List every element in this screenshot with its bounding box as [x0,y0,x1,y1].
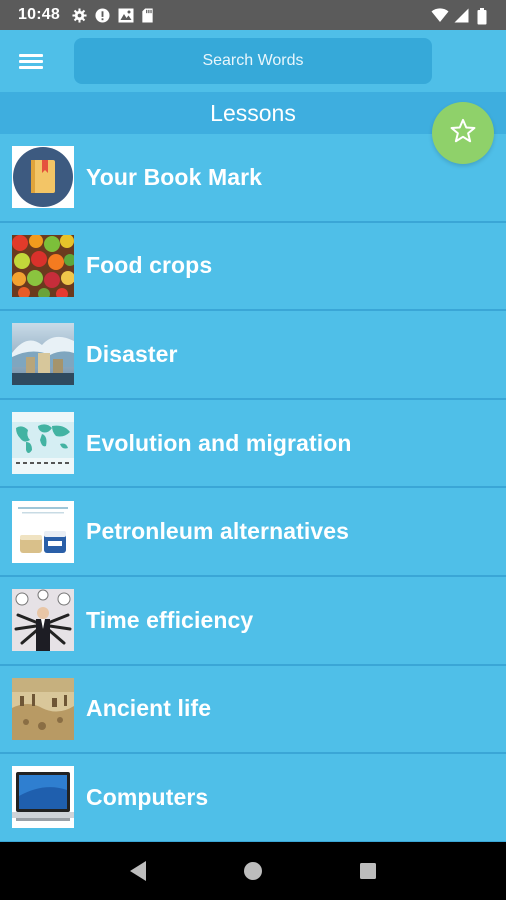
search-placeholder: Search Words [202,52,304,69]
laptop-thumbnail [12,766,74,829]
search-input[interactable]: Search Words [74,38,432,84]
app-bar: Search Words [0,30,506,92]
status-bar: 10:48 [0,0,506,30]
fruits-vegetables-thumbnail [12,234,74,297]
lesson-label: Evolution and migration [86,429,352,456]
battery-icon [477,7,492,24]
lesson-label: Petronleum alternatives [86,518,350,545]
image-icon [118,8,134,23]
favorites-fab-button[interactable] [432,102,494,164]
tsunami-city-thumbnail [12,323,74,386]
lesson-label: Time efficiency [86,606,254,633]
star-outline-icon [449,117,477,150]
alert-icon [95,7,110,23]
hamburger-menu-icon[interactable] [0,30,62,92]
sd-card-icon [141,7,156,23]
lesson-item-disaster[interactable]: Disaster [0,311,506,400]
home-icon[interactable] [233,851,273,891]
lesson-item-evolution-migration[interactable]: Evolution and migration [0,399,506,489]
wifi-icon [431,7,449,23]
lesson-label: Computers [86,783,209,810]
lesson-label: Your Book Mark [86,163,263,190]
petroleum-jelly-jars-thumbnail [12,500,74,563]
back-icon[interactable] [118,851,158,891]
lesson-label: Disaster [86,340,178,367]
lesson-item-time-efficiency[interactable]: Time efficiency [0,576,506,666]
status-time: 10:48 [18,6,60,23]
section-title: Lessons [0,92,506,134]
lesson-label: Ancient life [86,695,212,722]
businessman-clocks-thumbnail [12,589,74,652]
ancient-painting-thumbnail [12,677,74,740]
signal-icon [454,8,469,23]
bookmark-book-thumbnail [12,146,74,209]
lesson-item-food-crops[interactable]: Food crops [0,222,506,312]
lessons-title: Lessons [210,99,296,126]
lesson-item-petroleum-alternatives[interactable]: Petronleum alternatives [0,488,506,577]
lesson-item-ancient-life[interactable]: Ancient life [0,665,506,755]
recents-icon[interactable] [348,851,388,891]
lesson-label: Food crops [86,252,213,279]
lesson-item-computers[interactable]: Computers [0,754,506,843]
lessons-list: Your Book Mark Food crops Disaster Evolu… [0,134,506,843]
system-navigation-bar [0,842,506,900]
gear-icon [72,7,87,23]
world-map-thumbnail [12,412,74,475]
lesson-item-bookmark[interactable]: Your Book Mark [0,134,506,223]
